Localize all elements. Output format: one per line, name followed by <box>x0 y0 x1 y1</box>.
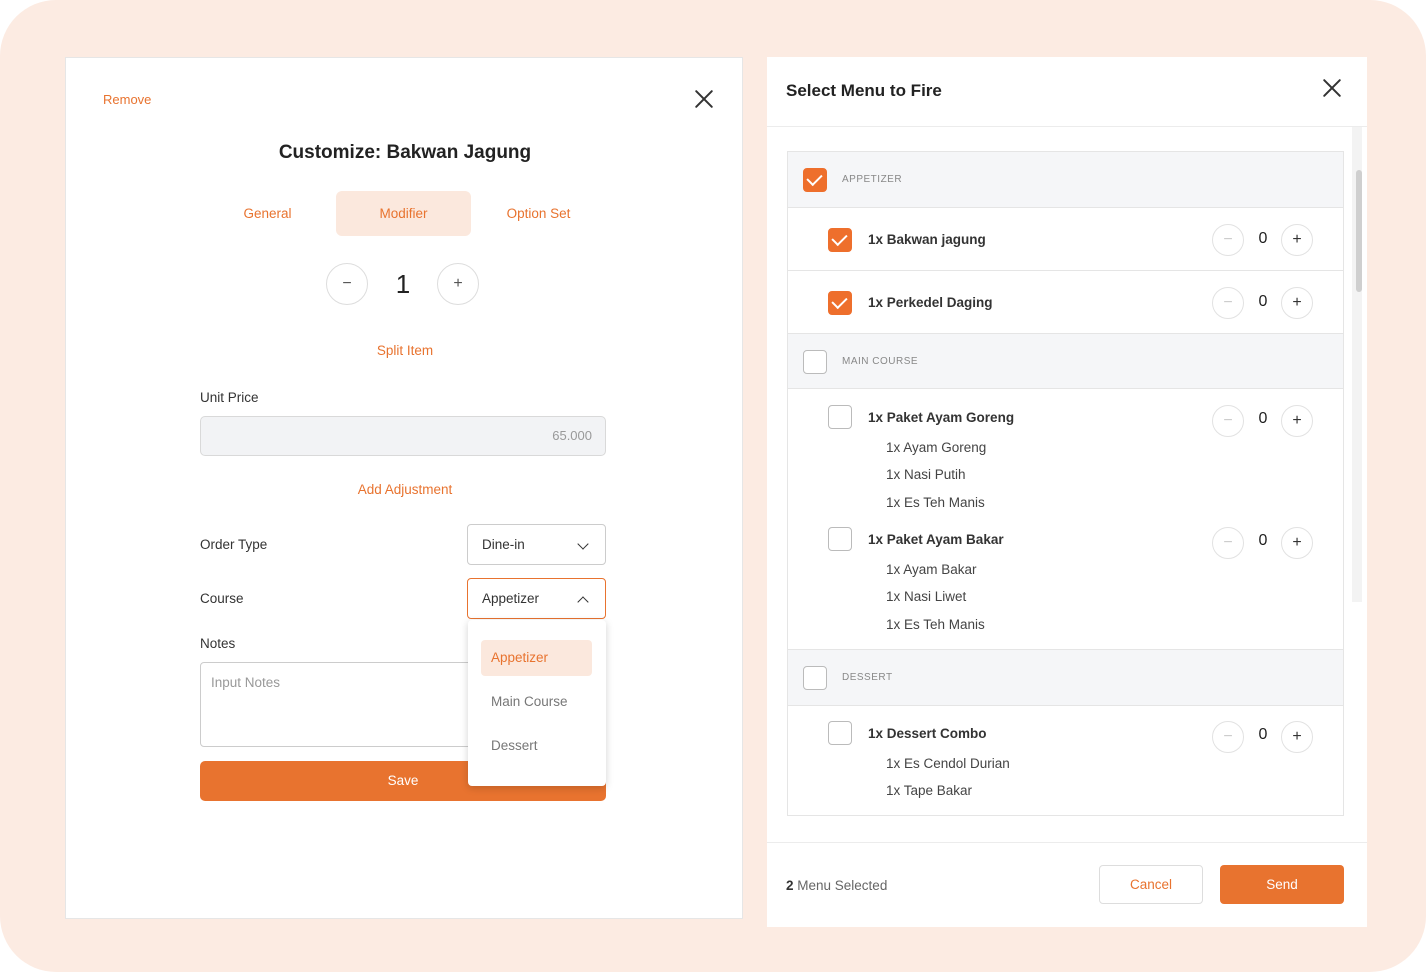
decrease-quantity-button[interactable]: − <box>326 263 368 305</box>
send-button[interactable]: Send <box>1220 865 1344 904</box>
increase-fire-qty-button[interactable]: + <box>1281 287 1313 319</box>
category-checkbox-main-course[interactable] <box>803 350 827 374</box>
category-checkbox-dessert[interactable] <box>803 666 827 690</box>
item-name: 1x Paket Ayam Bakar <box>868 532 1004 547</box>
background-frame: Remove Customize: Bakwan Jagung General … <box>0 0 1426 972</box>
list-item: 1x Bakwan jagung − 0 + <box>788 208 1343 271</box>
category-row-appetizer: APPETIZER <box>788 152 1343 208</box>
split-item-link[interactable]: Split Item <box>66 343 744 358</box>
quantity-stepper: − 1 + <box>326 263 480 305</box>
fire-menu-header: Select Menu to Fire <box>767 57 1367 127</box>
item-name: 1x Paket Ayam Goreng <box>868 410 1015 425</box>
selected-count-text: 2 Menu Selected <box>786 878 887 893</box>
fire-qty-value: 0 <box>1258 726 1268 743</box>
decrease-fire-qty-button[interactable]: − <box>1212 405 1244 437</box>
unit-price-label: Unit Price <box>200 390 259 405</box>
quantity-value: 1 <box>395 269 411 299</box>
item-name: 1x Perkedel Daging <box>868 295 993 310</box>
category-label: APPETIZER <box>842 174 903 185</box>
order-type-select[interactable]: Dine-in <box>467 524 606 565</box>
increase-fire-qty-button[interactable]: + <box>1281 224 1313 256</box>
fire-menu-title: Select Menu to Fire <box>786 81 942 100</box>
close-icon[interactable] <box>1321 77 1343 99</box>
item-checkbox[interactable] <box>828 228 852 252</box>
course-dropdown-menu: Appetizer Main Course Dessert <box>468 620 606 786</box>
course-option-main-course[interactable]: Main Course <box>481 684 592 720</box>
category-label: DESSERT <box>842 672 893 683</box>
fire-menu-footer: 2 Menu Selected Cancel Send <box>767 842 1367 927</box>
increase-fire-qty-button[interactable]: + <box>1281 405 1313 437</box>
customize-panel: Remove Customize: Bakwan Jagung General … <box>65 57 743 919</box>
course-option-dessert[interactable]: Dessert <box>481 728 592 764</box>
tab-bar: General Modifier Option Set <box>200 191 608 236</box>
selected-suffix: Menu Selected <box>793 878 888 893</box>
sub-item: 1x Nasi Putih <box>886 467 966 482</box>
sub-item: 1x Es Teh Manis <box>886 495 985 510</box>
scrollbar-thumb[interactable] <box>1356 170 1362 292</box>
sub-item: 1x Ayam Goreng <box>886 440 987 455</box>
course-label: Course <box>200 591 244 606</box>
sub-item: 1x Tape Bakar <box>886 783 973 798</box>
category-row-dessert: DESSERT <box>788 650 1343 706</box>
selected-count: 2 <box>786 878 794 893</box>
list-item: 1x Paket Ayam Goreng 1x Ayam Goreng 1x N… <box>788 390 1343 512</box>
list-item: 1x Dessert Combo 1x Es Cendol Durian 1x … <box>788 706 1343 815</box>
fire-qty-value: 0 <box>1258 410 1268 427</box>
course-select[interactable]: Appetizer <box>467 578 606 619</box>
chevron-down-icon <box>577 538 589 550</box>
category-label: MAIN COURSE <box>842 356 919 367</box>
item-checkbox[interactable] <box>828 721 852 745</box>
list-item: 1x Paket Ayam Bakar 1x Ayam Bakar 1x Nas… <box>788 512 1343 650</box>
category-row-main-course: MAIN COURSE <box>788 333 1343 389</box>
tab-option-set[interactable]: Option Set <box>471 191 606 236</box>
fire-menu-list: APPETIZER 1x Bakwan jagung − 0 + 1x Perk… <box>787 151 1344 816</box>
increase-quantity-button[interactable]: + <box>437 263 479 305</box>
fire-qty-value: 0 <box>1258 230 1268 247</box>
sub-item: 1x Ayam Bakar <box>886 562 977 577</box>
unit-price-field: 65.000 <box>200 416 606 456</box>
item-checkbox[interactable] <box>828 291 852 315</box>
decrease-fire-qty-button[interactable]: − <box>1212 527 1244 559</box>
notes-label: Notes <box>200 636 236 651</box>
order-type-label: Order Type <box>200 537 268 552</box>
fire-qty-value: 0 <box>1258 532 1268 549</box>
item-checkbox[interactable] <box>828 527 852 551</box>
fire-menu-panel: Select Menu to Fire APPETIZER 1x Bakwan … <box>767 57 1367 927</box>
add-adjustment-link[interactable]: Add Adjustment <box>66 482 744 497</box>
notes-placeholder: Input Notes <box>211 675 281 690</box>
decrease-fire-qty-button[interactable]: − <box>1212 224 1244 256</box>
item-checkbox[interactable] <box>828 405 852 429</box>
decrease-fire-qty-button[interactable]: − <box>1212 721 1244 753</box>
course-value: Appetizer <box>482 591 540 606</box>
sub-item: 1x Es Cendol Durian <box>886 756 1010 771</box>
sub-item: 1x Es Teh Manis <box>886 617 985 632</box>
increase-fire-qty-button[interactable]: + <box>1281 527 1313 559</box>
chevron-up-icon <box>577 596 589 608</box>
increase-fire-qty-button[interactable]: + <box>1281 721 1313 753</box>
cancel-button[interactable]: Cancel <box>1099 865 1203 904</box>
course-option-appetizer[interactable]: Appetizer <box>481 640 592 676</box>
decrease-fire-qty-button[interactable]: − <box>1212 287 1244 319</box>
page-title: Customize: Bakwan Jagung <box>278 142 532 163</box>
item-name: 1x Bakwan jagung <box>868 232 986 247</box>
sub-item: 1x Nasi Liwet <box>886 589 967 604</box>
category-checkbox-appetizer[interactable] <box>803 168 827 192</box>
item-name: 1x Dessert Combo <box>868 726 987 741</box>
tab-general[interactable]: General <box>200 191 335 236</box>
order-type-value: Dine-in <box>482 537 525 552</box>
remove-link[interactable]: Remove <box>103 92 151 107</box>
close-icon[interactable] <box>693 88 715 110</box>
tab-modifier[interactable]: Modifier <box>336 191 471 236</box>
list-item: 1x Perkedel Daging − 0 + <box>788 271 1343 334</box>
fire-qty-value: 0 <box>1258 293 1268 310</box>
